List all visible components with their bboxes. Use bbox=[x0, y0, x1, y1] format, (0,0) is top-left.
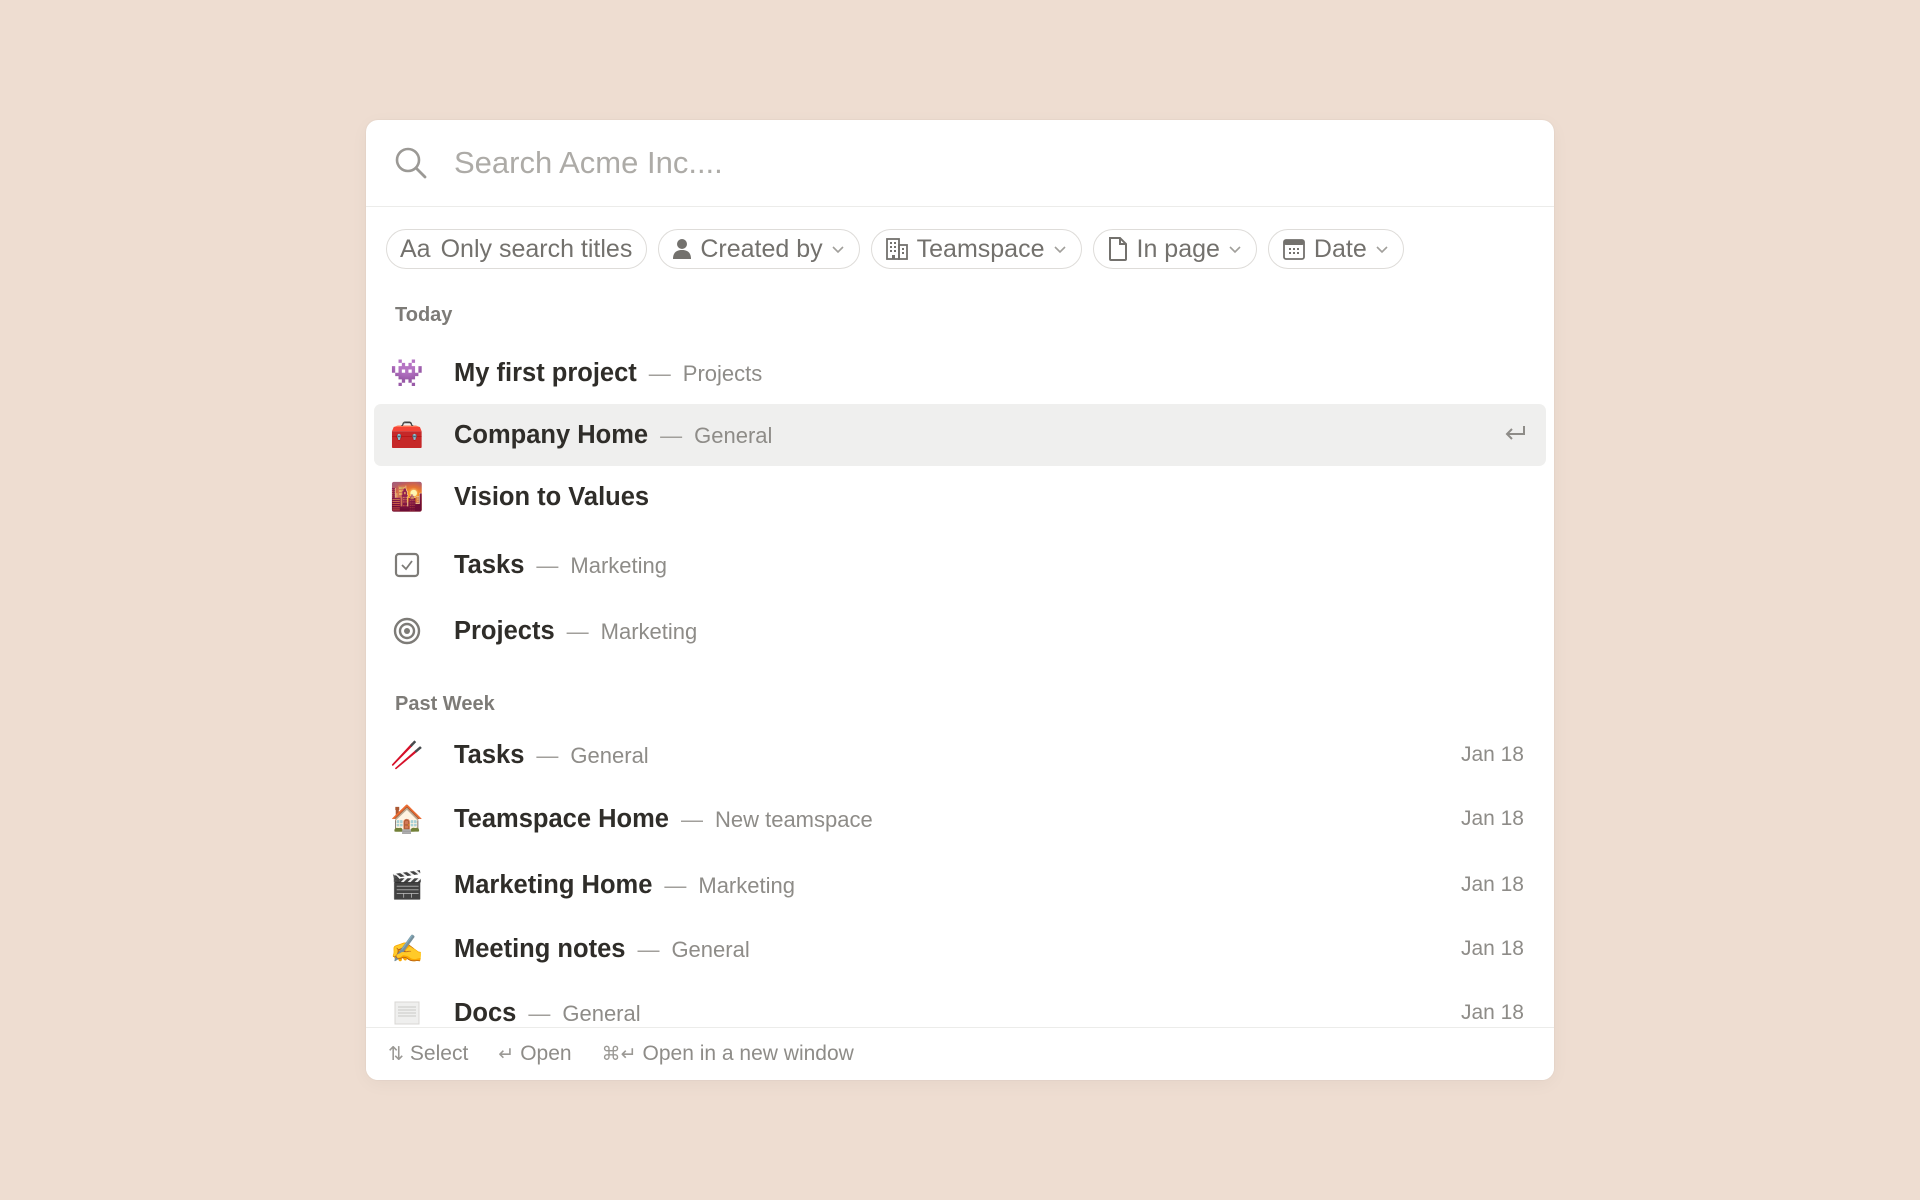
result-item-selected[interactable]: 🧰 Company Home — General bbox=[374, 404, 1546, 466]
item-title: Tasks bbox=[454, 740, 525, 769]
item-date: Jan 18 bbox=[1460, 743, 1524, 766]
search-dialog: Aa Only search titles Created by Teamspa… bbox=[366, 120, 1554, 1080]
filter-label: Only search titles bbox=[440, 234, 633, 263]
item-title: Teamspace Home bbox=[454, 804, 669, 833]
item-title: Marketing Home bbox=[454, 870, 653, 899]
separator: — bbox=[536, 742, 559, 768]
result-item[interactable]: 🌇 Vision to Values bbox=[374, 466, 1546, 528]
checkbox-icon bbox=[390, 548, 424, 582]
section-label-past-week: Past Week bbox=[395, 693, 495, 715]
building-icon bbox=[885, 237, 909, 261]
item-date: Jan 18 bbox=[1460, 807, 1524, 830]
item-title: Meeting notes bbox=[454, 934, 626, 963]
chevron-down-icon bbox=[1376, 246, 1388, 254]
item-date: Jan 18 bbox=[1460, 1001, 1524, 1024]
hint-open: ↵ Open bbox=[498, 1042, 571, 1066]
filter-label: Date bbox=[1313, 234, 1367, 263]
item-path: General bbox=[694, 422, 773, 448]
hint-open-new-window: ⌘↵ Open in a new window bbox=[602, 1042, 854, 1066]
toolbox-icon: 🧰 bbox=[390, 419, 424, 450]
hint-label: Open in a new window bbox=[642, 1042, 854, 1065]
return-key-icon: ↵ bbox=[498, 1043, 515, 1065]
target-icon bbox=[390, 614, 424, 648]
separator: — bbox=[660, 422, 683, 448]
search-icon bbox=[395, 147, 427, 179]
separator: — bbox=[680, 806, 703, 832]
return-key-icon bbox=[1505, 426, 1525, 440]
page-icon bbox=[1107, 236, 1129, 262]
filter-teamspace[interactable]: Teamspace bbox=[870, 229, 1082, 269]
result-item[interactable]: 🥢 Tasks — General Jan 18 bbox=[374, 724, 1546, 786]
separator: — bbox=[566, 618, 589, 644]
item-date: Jan 18 bbox=[1460, 873, 1524, 896]
item-title: Vision to Values bbox=[454, 482, 650, 511]
separator: — bbox=[637, 936, 660, 962]
calendar-icon bbox=[1282, 237, 1306, 261]
item-title: Tasks bbox=[454, 550, 525, 579]
item-path: New teamspace bbox=[714, 806, 873, 832]
text-case-icon: Aa bbox=[400, 234, 431, 263]
separator: — bbox=[536, 552, 559, 578]
item-path: Projects bbox=[682, 360, 763, 386]
results-list[interactable]: Today 👾 My first project — Projects 🧰 Comp… bbox=[366, 280, 1554, 1027]
filter-label: Teamspace bbox=[916, 234, 1045, 263]
command-return-icon: ⌘↵ bbox=[601, 1043, 637, 1065]
city-sunset-icon: 🌇 bbox=[390, 481, 424, 512]
document-icon bbox=[390, 996, 424, 1027]
result-item[interactable]: 🏠 Teamspace Home — New teamspace Jan 18 bbox=[374, 788, 1546, 850]
item-path: Marketing bbox=[570, 552, 668, 578]
chevron-down-icon bbox=[832, 246, 844, 254]
item-title: My first project bbox=[454, 358, 637, 387]
item-path: General bbox=[562, 1000, 641, 1026]
filter-only-search-titles[interactable]: Aa Only search titles bbox=[386, 229, 648, 269]
filter-created-by[interactable]: Created by bbox=[658, 229, 860, 269]
item-path: General bbox=[671, 936, 750, 962]
result-item[interactable]: Projects — Marketing bbox=[374, 600, 1546, 662]
hint-select: ⇅ Select bbox=[388, 1042, 468, 1066]
chevron-down-icon bbox=[1229, 246, 1241, 254]
item-path: Marketing bbox=[600, 618, 698, 644]
filter-label: In page bbox=[1136, 234, 1220, 263]
item-date: Jan 18 bbox=[1460, 937, 1524, 960]
separator: — bbox=[528, 1000, 551, 1026]
arrows-up-down-icon: ⇅ bbox=[388, 1043, 404, 1065]
item-title: Company Home bbox=[454, 420, 649, 449]
item-path: Marketing bbox=[698, 872, 795, 898]
filter-in-page[interactable]: In page bbox=[1092, 229, 1257, 269]
result-item[interactable]: 🎬 Marketing Home — Marketing Jan 18 bbox=[374, 854, 1546, 916]
person-icon bbox=[672, 238, 692, 260]
result-item[interactable]: Docs — General Jan 18 bbox=[374, 982, 1546, 1027]
filter-date[interactable]: Date bbox=[1267, 229, 1404, 269]
filter-label: Created by bbox=[700, 234, 823, 263]
hint-label: Select bbox=[409, 1042, 469, 1065]
separator: — bbox=[664, 872, 687, 898]
item-title: Docs bbox=[454, 998, 517, 1027]
result-item[interactable]: 👾 My first project — Projects bbox=[374, 342, 1546, 404]
hint-label: Open bbox=[520, 1042, 572, 1065]
separator: — bbox=[648, 360, 671, 386]
house-icon: 🏠 bbox=[390, 803, 424, 834]
footer-hints: ⇅ Select ↵ Open ⌘↵ Open in a new window bbox=[366, 1027, 1554, 1080]
writing-hand-icon: ✍️ bbox=[390, 933, 424, 964]
search-input[interactable] bbox=[454, 138, 1454, 188]
alien-monster-icon: 👾 bbox=[390, 357, 424, 388]
chopsticks-icon: 🥢 bbox=[390, 739, 424, 770]
result-item[interactable]: ✍️ Meeting notes — General Jan 18 bbox=[374, 918, 1546, 980]
item-path: General bbox=[570, 742, 649, 768]
section-label-today: Today bbox=[395, 304, 453, 326]
result-item[interactable]: Tasks — Marketing bbox=[374, 534, 1546, 596]
chevron-down-icon bbox=[1053, 246, 1066, 254]
item-title: Projects bbox=[454, 616, 555, 645]
filter-bar: Aa Only search titles Created by Teamspa… bbox=[386, 229, 1404, 269]
search-bar bbox=[366, 120, 1554, 207]
clapper-board-icon: 🎬 bbox=[390, 869, 424, 900]
